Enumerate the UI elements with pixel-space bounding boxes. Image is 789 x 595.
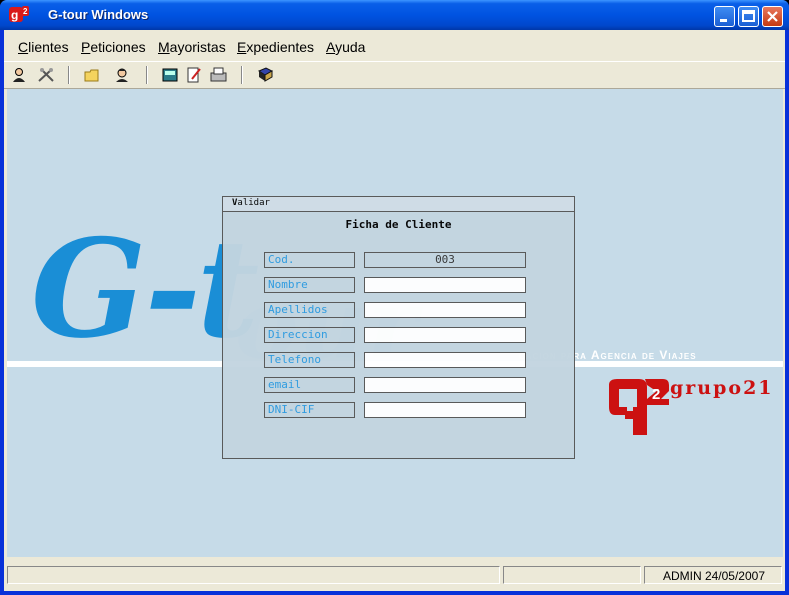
agent-icon[interactable]	[114, 67, 130, 83]
app-logo-icon: g 2	[9, 6, 29, 22]
app-window: g 2 G-tour Windows Clientes Peticiones M…	[0, 0, 789, 595]
input-apellidos[interactable]	[364, 302, 526, 318]
client-area: Clientes Peticiones Mayoristas Expedient…	[4, 30, 785, 591]
maximize-button[interactable]	[738, 6, 759, 27]
client-icon[interactable]	[11, 67, 27, 83]
title-bar[interactable]: g 2 G-tour Windows	[0, 0, 789, 30]
minimize-button[interactable]	[714, 6, 735, 27]
validate-menu[interactable]: Validar	[232, 198, 270, 208]
tools-icon[interactable]	[37, 67, 56, 83]
input-cod[interactable]: 003	[364, 252, 526, 268]
menu-ayuda[interactable]: Ayuda	[326, 39, 365, 55]
input-nombre[interactable]	[364, 277, 526, 293]
svg-text:2: 2	[652, 386, 660, 403]
status-panel-user: ADMIN 24/05/2007	[644, 566, 782, 584]
label-direccion: Direccion	[264, 327, 355, 343]
edit-icon[interactable]	[186, 67, 202, 83]
svg-text:g: g	[11, 8, 18, 22]
window-title: G-tour Windows	[48, 7, 149, 22]
menu-clientes[interactable]: Clientes	[18, 39, 69, 55]
status-bar: ADMIN 24/05/2007	[4, 557, 785, 591]
toolbar-separator	[146, 66, 148, 84]
input-telefono[interactable]	[364, 352, 526, 368]
menu-mayoristas[interactable]: Mayoristas	[158, 39, 226, 55]
status-panel-middle	[503, 566, 641, 584]
menu-bar: Clientes Peticiones Mayoristas Expedient…	[4, 30, 785, 60]
status-user-date: ADMIN 24/05/2007	[662, 569, 765, 583]
toolbar-separator	[68, 66, 70, 84]
input-dni-cif[interactable]	[364, 402, 526, 418]
svg-text:2: 2	[23, 7, 28, 16]
close-icon	[767, 11, 778, 22]
main-desktop: our G-t cacion para Agencia de Viajes 2 …	[7, 89, 783, 557]
grupo21-logo-icon: 2	[609, 379, 669, 435]
label-dni-cif: DNI-CIF	[264, 402, 355, 418]
label-telefono: Telefono	[264, 352, 355, 368]
status-panel-main	[7, 566, 500, 584]
input-email[interactable]	[364, 377, 526, 393]
dialog-menu-bar: Validar	[223, 197, 574, 212]
toolbar	[4, 61, 785, 89]
client-dialog: Validar Ficha de Cliente Cod. 003 Nombre…	[222, 196, 575, 459]
minimize-icon	[720, 19, 727, 22]
book-icon[interactable]	[257, 67, 273, 83]
dialog-title: Ficha de Cliente	[345, 218, 452, 231]
maximize-icon	[742, 10, 755, 22]
print-icon[interactable]	[210, 67, 228, 83]
input-direccion[interactable]	[364, 327, 526, 343]
label-nombre: Nombre	[264, 277, 355, 293]
toolbar-separator	[241, 66, 243, 84]
close-button[interactable]	[762, 6, 783, 27]
menu-peticiones[interactable]: Peticiones	[81, 39, 146, 55]
calculator-icon[interactable]	[162, 67, 178, 83]
menu-expedientes[interactable]: Expedientes	[237, 39, 314, 55]
label-email: email	[264, 377, 355, 393]
label-cod: Cod.	[264, 252, 355, 268]
folder-icon[interactable]	[84, 67, 100, 83]
grupo21-text: grupo21	[670, 377, 774, 399]
label-apellidos: Apellidos	[264, 302, 355, 318]
